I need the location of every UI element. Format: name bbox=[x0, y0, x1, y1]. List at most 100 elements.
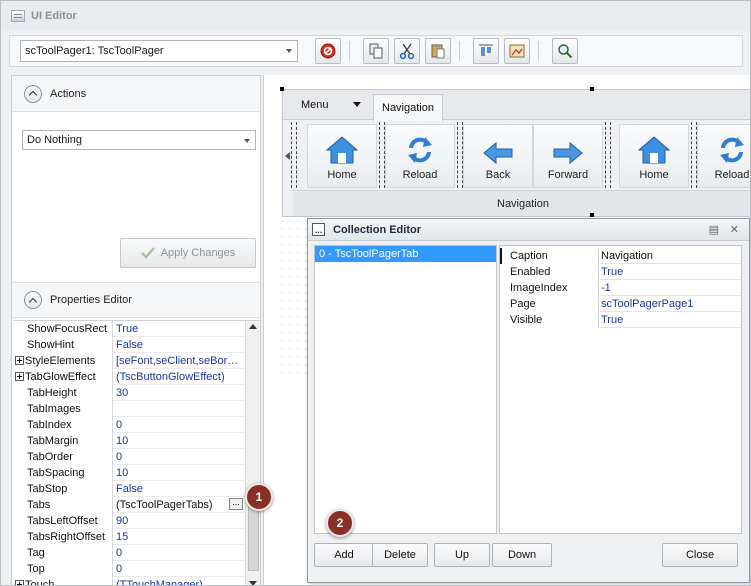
collection-editor-dialog: ... Collection Editor ▤ ✕ 0 - TscToolPag… bbox=[307, 218, 750, 583]
property-value[interactable]: True bbox=[113, 321, 245, 337]
collection-editor-footer: Add Delete Up Down Close bbox=[308, 537, 749, 583]
property-name-text: TabGlowEffect bbox=[25, 370, 96, 383]
forward-button[interactable]: Forward bbox=[533, 124, 603, 188]
property-name-text: TabsLeftOffset bbox=[27, 514, 98, 527]
property-value[interactable]: 10 bbox=[113, 433, 245, 449]
selection-handle[interactable] bbox=[590, 213, 594, 217]
expand-icon[interactable] bbox=[15, 579, 24, 585]
property-row[interactable]: TabMargin 10 bbox=[13, 432, 245, 449]
property-row[interactable]: Tag 0 bbox=[13, 544, 245, 561]
property-row[interactable]: ShowFocusRect True bbox=[13, 321, 245, 337]
property-row[interactable]: TabImages bbox=[13, 400, 245, 417]
move-down-button[interactable]: Down bbox=[492, 543, 552, 567]
home-button[interactable]: Home bbox=[619, 124, 689, 188]
properties-header[interactable]: Properties Editor bbox=[12, 282, 260, 318]
property-value[interactable]: 90 bbox=[113, 513, 245, 529]
property-value[interactable]: 0 bbox=[113, 545, 245, 561]
property-value[interactable] bbox=[113, 401, 245, 417]
tool-pager[interactable]: Menu Navigation Home Reload Back Forward… bbox=[282, 89, 750, 217]
property-value[interactable]: (TscButtonGlowEffect) bbox=[113, 369, 245, 385]
property-row[interactable]: Touch (TTouchManager) bbox=[13, 576, 245, 586]
back-button-label: Back bbox=[485, 169, 511, 181]
add-button[interactable]: Add bbox=[314, 543, 374, 567]
property-value[interactable]: -1 bbox=[599, 280, 741, 296]
property-value[interactable]: False bbox=[113, 481, 245, 497]
property-row[interactable]: TabIndex 0 bbox=[13, 416, 245, 433]
property-grid-scrollbar[interactable] bbox=[245, 321, 260, 585]
property-row[interactable]: ImageIndex -1 bbox=[500, 280, 741, 296]
scroll-up-icon[interactable] bbox=[249, 324, 257, 329]
close-button[interactable]: Close bbox=[662, 543, 738, 567]
tab-menu[interactable]: Menu bbox=[283, 90, 371, 120]
apply-changes-button[interactable]: Apply Changes bbox=[120, 238, 256, 268]
property-row[interactable]: Tabs (TscToolPagerTabs)... bbox=[13, 496, 245, 513]
property-row[interactable]: Page scToolPagerPage1 bbox=[500, 296, 741, 312]
property-name: ImageIndex bbox=[500, 280, 599, 296]
delete-button[interactable] bbox=[315, 38, 341, 64]
property-value[interactable]: 10 bbox=[113, 465, 245, 481]
selection-handle[interactable] bbox=[280, 87, 284, 91]
collection-items-list[interactable]: 0 - TscToolPagerTab bbox=[314, 245, 497, 534]
close-icon[interactable]: ✕ bbox=[730, 223, 739, 236]
property-value[interactable]: [seFont,seClient,seBor… bbox=[113, 353, 245, 369]
collapse-icon[interactable] bbox=[24, 291, 42, 309]
property-row[interactable]: TabGlowEffect (TscButtonGlowEffect) bbox=[13, 368, 245, 385]
property-value[interactable]: 0 bbox=[113, 449, 245, 465]
expand-icon[interactable] bbox=[15, 371, 24, 381]
component-select[interactable]: scToolPager1: TscToolPager bbox=[20, 40, 298, 62]
tab-navigation[interactable]: Navigation bbox=[373, 94, 443, 121]
search-button[interactable] bbox=[552, 38, 578, 64]
property-row[interactable]: TabsRightOffset 15 bbox=[13, 528, 245, 545]
property-row[interactable]: Top 0 bbox=[13, 560, 245, 577]
property-value[interactable]: False bbox=[113, 337, 245, 353]
move-up-button[interactable]: Up bbox=[434, 543, 490, 567]
restore-icon[interactable]: ▤ bbox=[709, 223, 719, 236]
scroll-left-icon[interactable] bbox=[285, 152, 290, 160]
property-row[interactable]: Enabled True bbox=[500, 264, 741, 280]
property-row[interactable]: TabHeight 30 bbox=[13, 384, 245, 401]
image-button[interactable] bbox=[504, 38, 530, 64]
property-value[interactable]: (TTouchManager) bbox=[113, 577, 245, 586]
property-value[interactable]: 15 bbox=[113, 529, 245, 545]
collapse-icon[interactable] bbox=[24, 84, 42, 103]
property-row[interactable]: TabsLeftOffset 90 bbox=[13, 512, 245, 529]
back-button[interactable]: Back bbox=[463, 124, 533, 188]
collection-editor-titlebar[interactable]: ... Collection Editor ▤ ✕ bbox=[308, 219, 749, 241]
property-value[interactable]: 30 bbox=[113, 385, 245, 401]
expand-icon[interactable] bbox=[15, 355, 24, 365]
property-row[interactable]: TabSpacing 10 bbox=[13, 464, 245, 481]
cut-icon bbox=[399, 43, 415, 59]
list-item[interactable]: 0 - TscToolPagerTab bbox=[315, 246, 496, 262]
property-row[interactable]: Caption Navigation bbox=[500, 248, 741, 264]
property-row[interactable]: ShowHint False bbox=[13, 336, 245, 353]
property-value[interactable]: 0 bbox=[113, 417, 245, 433]
property-value[interactable]: (TscToolPagerTabs) bbox=[113, 497, 245, 513]
property-row[interactable]: TabOrder 0 bbox=[13, 448, 245, 465]
actions-header[interactable]: Actions bbox=[12, 76, 260, 112]
reload-button[interactable]: Reload bbox=[697, 124, 750, 188]
align-button[interactable] bbox=[473, 38, 499, 64]
property-name-text: TabsRightOffset bbox=[27, 530, 106, 543]
property-row[interactable]: Visible True bbox=[500, 312, 741, 328]
property-value[interactable]: True bbox=[599, 264, 741, 280]
property-value[interactable]: Navigation bbox=[599, 248, 741, 264]
property-value[interactable]: scToolPagerPage1 bbox=[599, 296, 741, 312]
property-name: ShowHint bbox=[13, 336, 113, 353]
copy-button[interactable] bbox=[363, 38, 389, 64]
ellipsis-button[interactable]: ... bbox=[229, 498, 243, 510]
property-row[interactable]: StyleElements [seFont,seClient,seBor… bbox=[13, 352, 245, 369]
component-select-value: scToolPager1: TscToolPager bbox=[25, 45, 164, 57]
property-value[interactable]: True bbox=[599, 312, 741, 328]
delete-button[interactable]: Delete bbox=[372, 543, 428, 567]
cut-button[interactable] bbox=[394, 38, 420, 64]
property-value[interactable]: 0 bbox=[113, 561, 245, 577]
scroll-down-icon[interactable] bbox=[249, 581, 257, 585]
property-row[interactable]: TabStop False bbox=[13, 480, 245, 497]
action-select[interactable]: Do Nothing bbox=[22, 130, 256, 150]
reload-button[interactable]: Reload bbox=[385, 124, 455, 188]
system-menu-icon[interactable]: ... bbox=[312, 223, 325, 236]
paste-button[interactable] bbox=[425, 38, 451, 64]
home-button[interactable]: Home bbox=[307, 124, 377, 188]
selection-handle[interactable] bbox=[590, 87, 594, 91]
property-name-text: TabOrder bbox=[27, 450, 73, 463]
